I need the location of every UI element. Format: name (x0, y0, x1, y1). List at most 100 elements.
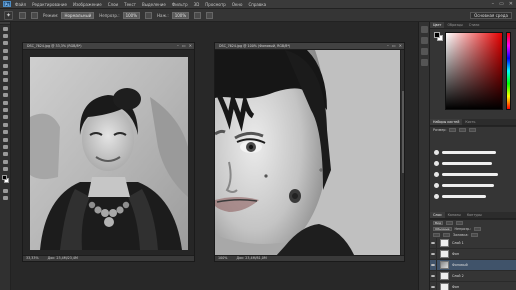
blur-tool-icon[interactable] (0, 114, 11, 121)
eraser-tool-icon[interactable] (0, 99, 11, 106)
eyedropper-tool-icon[interactable] (0, 62, 11, 69)
brush-size-field[interactable] (449, 128, 457, 132)
minimize-icon[interactable]: – (492, 1, 495, 7)
history-panel-icon[interactable] (420, 26, 428, 33)
panel-foreground-swatch[interactable] (434, 32, 440, 38)
marquee-tool-icon[interactable] (0, 32, 11, 39)
foreground-color-swatch[interactable] (2, 174, 7, 180)
lasso-tool-icon[interactable] (0, 40, 11, 47)
document-right-maximize-icon[interactable]: ▭ (392, 43, 396, 49)
tab-swatches[interactable]: Образцы (444, 22, 465, 28)
tab-layers[interactable]: Слои (430, 212, 445, 218)
layer-row-selected[interactable]: Фоновый (430, 259, 516, 271)
tab-brush-presets[interactable]: Наборы кистей (430, 119, 463, 125)
lock-transparency-icon[interactable] (433, 233, 440, 237)
brush-panel-toggle-icon[interactable] (31, 11, 38, 19)
path-select-tool-icon[interactable] (0, 143, 11, 150)
tab-brush[interactable]: Кисть (462, 119, 478, 125)
menu-item-select[interactable]: Выделение (142, 2, 166, 7)
document-right-minimize-icon[interactable]: – (387, 43, 389, 49)
layer-opacity-field[interactable] (474, 227, 482, 231)
tool-preset-icon[interactable]: ✦ (4, 10, 13, 20)
portrait-photo-closeup[interactable] (215, 50, 401, 257)
zoom-level-left[interactable]: 33,33% (26, 256, 39, 260)
brush-size-slider[interactable] (459, 128, 467, 132)
hand-tool-icon[interactable] (0, 158, 11, 165)
brush-preset-item[interactable] (434, 158, 504, 169)
quick-mask-icon[interactable] (0, 187, 11, 194)
menu-item-window[interactable]: Окно (232, 2, 243, 7)
hue-slider[interactable] (506, 32, 511, 110)
brush-preset-item[interactable] (434, 169, 504, 180)
properties-panel-icon[interactable] (420, 59, 428, 66)
document-right-close-icon[interactable]: ✕ (399, 43, 402, 49)
menu-item-help[interactable]: Справка (248, 2, 266, 7)
pen-tool-icon[interactable] (0, 128, 11, 135)
zoom-level-right[interactable]: 100% (218, 256, 227, 260)
clone-stamp-tool-icon[interactable] (0, 84, 11, 91)
visibility-eye-icon[interactable] (430, 248, 437, 260)
vertical-scrollbar-right[interactable] (400, 50, 404, 255)
gradient-tool-icon[interactable] (0, 106, 11, 113)
opacity-field[interactable]: 100% (122, 11, 140, 19)
dodge-tool-icon[interactable] (0, 121, 11, 128)
layer-fill-field[interactable] (471, 233, 479, 237)
close-icon[interactable]: ✕ (509, 1, 513, 7)
menu-item-edit[interactable]: Редактирование (32, 2, 67, 7)
layer-row[interactable]: Фон (430, 248, 516, 260)
maximize-icon[interactable]: ▭ (499, 1, 504, 7)
document-left-maximize-icon[interactable]: ▭ (182, 43, 186, 49)
info-panel-icon[interactable] (420, 48, 428, 55)
document-left-minimize-icon[interactable]: – (177, 43, 179, 49)
filter-adjustment-icon[interactable] (456, 221, 464, 225)
menu-item-view[interactable]: Просмотр (205, 2, 226, 7)
pressure-opacity-icon[interactable] (145, 11, 152, 19)
tab-channels[interactable]: Каналы (445, 212, 464, 218)
actions-panel-icon[interactable] (420, 37, 428, 44)
tab-color[interactable]: Цвет (430, 22, 445, 28)
brush-preset-item[interactable] (434, 191, 504, 202)
workspace-switcher[interactable]: Основная среда (470, 12, 512, 19)
brush-preset-picker[interactable] (19, 11, 26, 19)
layer-row[interactable]: Фон (430, 281, 516, 290)
visibility-eye-icon[interactable] (430, 259, 437, 271)
layer-row[interactable]: Слой 2 (430, 270, 516, 282)
brush-preset-item[interactable] (434, 180, 504, 191)
menu-item-filter[interactable]: Фильтр (172, 2, 188, 7)
tab-paths[interactable]: Контуры (464, 212, 485, 218)
pressure-size-icon[interactable] (206, 11, 214, 19)
flow-field[interactable]: 100% (171, 11, 190, 19)
healing-brush-tool-icon[interactable] (0, 69, 11, 76)
lock-position-icon[interactable] (443, 233, 450, 237)
menu-item-image[interactable]: Изображение (73, 2, 102, 7)
opacity-label: Непрозр.: (99, 12, 120, 18)
history-brush-tool-icon[interactable] (0, 92, 11, 99)
menu-item-file[interactable]: Файл (15, 2, 26, 7)
document-left-close-icon[interactable]: ✕ (189, 43, 192, 49)
visibility-eye-icon[interactable] (430, 237, 437, 249)
type-tool-icon[interactable] (0, 136, 11, 143)
move-tool-icon[interactable] (0, 25, 11, 32)
crop-tool-icon[interactable] (0, 55, 11, 62)
visibility-eye-icon[interactable] (430, 270, 437, 282)
menu-item-3d[interactable]: 3D (194, 2, 200, 7)
quick-select-tool-icon[interactable] (0, 47, 11, 54)
airbrush-icon[interactable] (194, 11, 202, 19)
brush-size-slider-end[interactable] (469, 128, 477, 132)
tab-styles[interactable]: Стили (466, 22, 483, 28)
layer-row[interactable]: Слой 1 (430, 237, 516, 249)
brush-tool-icon[interactable] (0, 77, 11, 84)
menu-item-type[interactable]: Текст (124, 2, 136, 7)
screen-mode-icon[interactable] (0, 194, 11, 201)
filter-pixel-icon[interactable] (446, 221, 454, 225)
shape-tool-icon[interactable] (0, 151, 11, 158)
blend-mode-select[interactable]: Обычные (433, 227, 452, 231)
zoom-tool-icon[interactable] (0, 165, 11, 172)
menu-item-layers[interactable]: Слои (108, 2, 118, 7)
portrait-photo-full[interactable] (30, 57, 188, 250)
mode-select[interactable]: Нормальный (61, 11, 95, 19)
brush-preset-item[interactable] (434, 147, 504, 158)
layer-kind-filter[interactable]: Вид (433, 221, 444, 225)
color-picker-field[interactable] (445, 32, 503, 110)
visibility-eye-icon[interactable] (430, 281, 437, 290)
